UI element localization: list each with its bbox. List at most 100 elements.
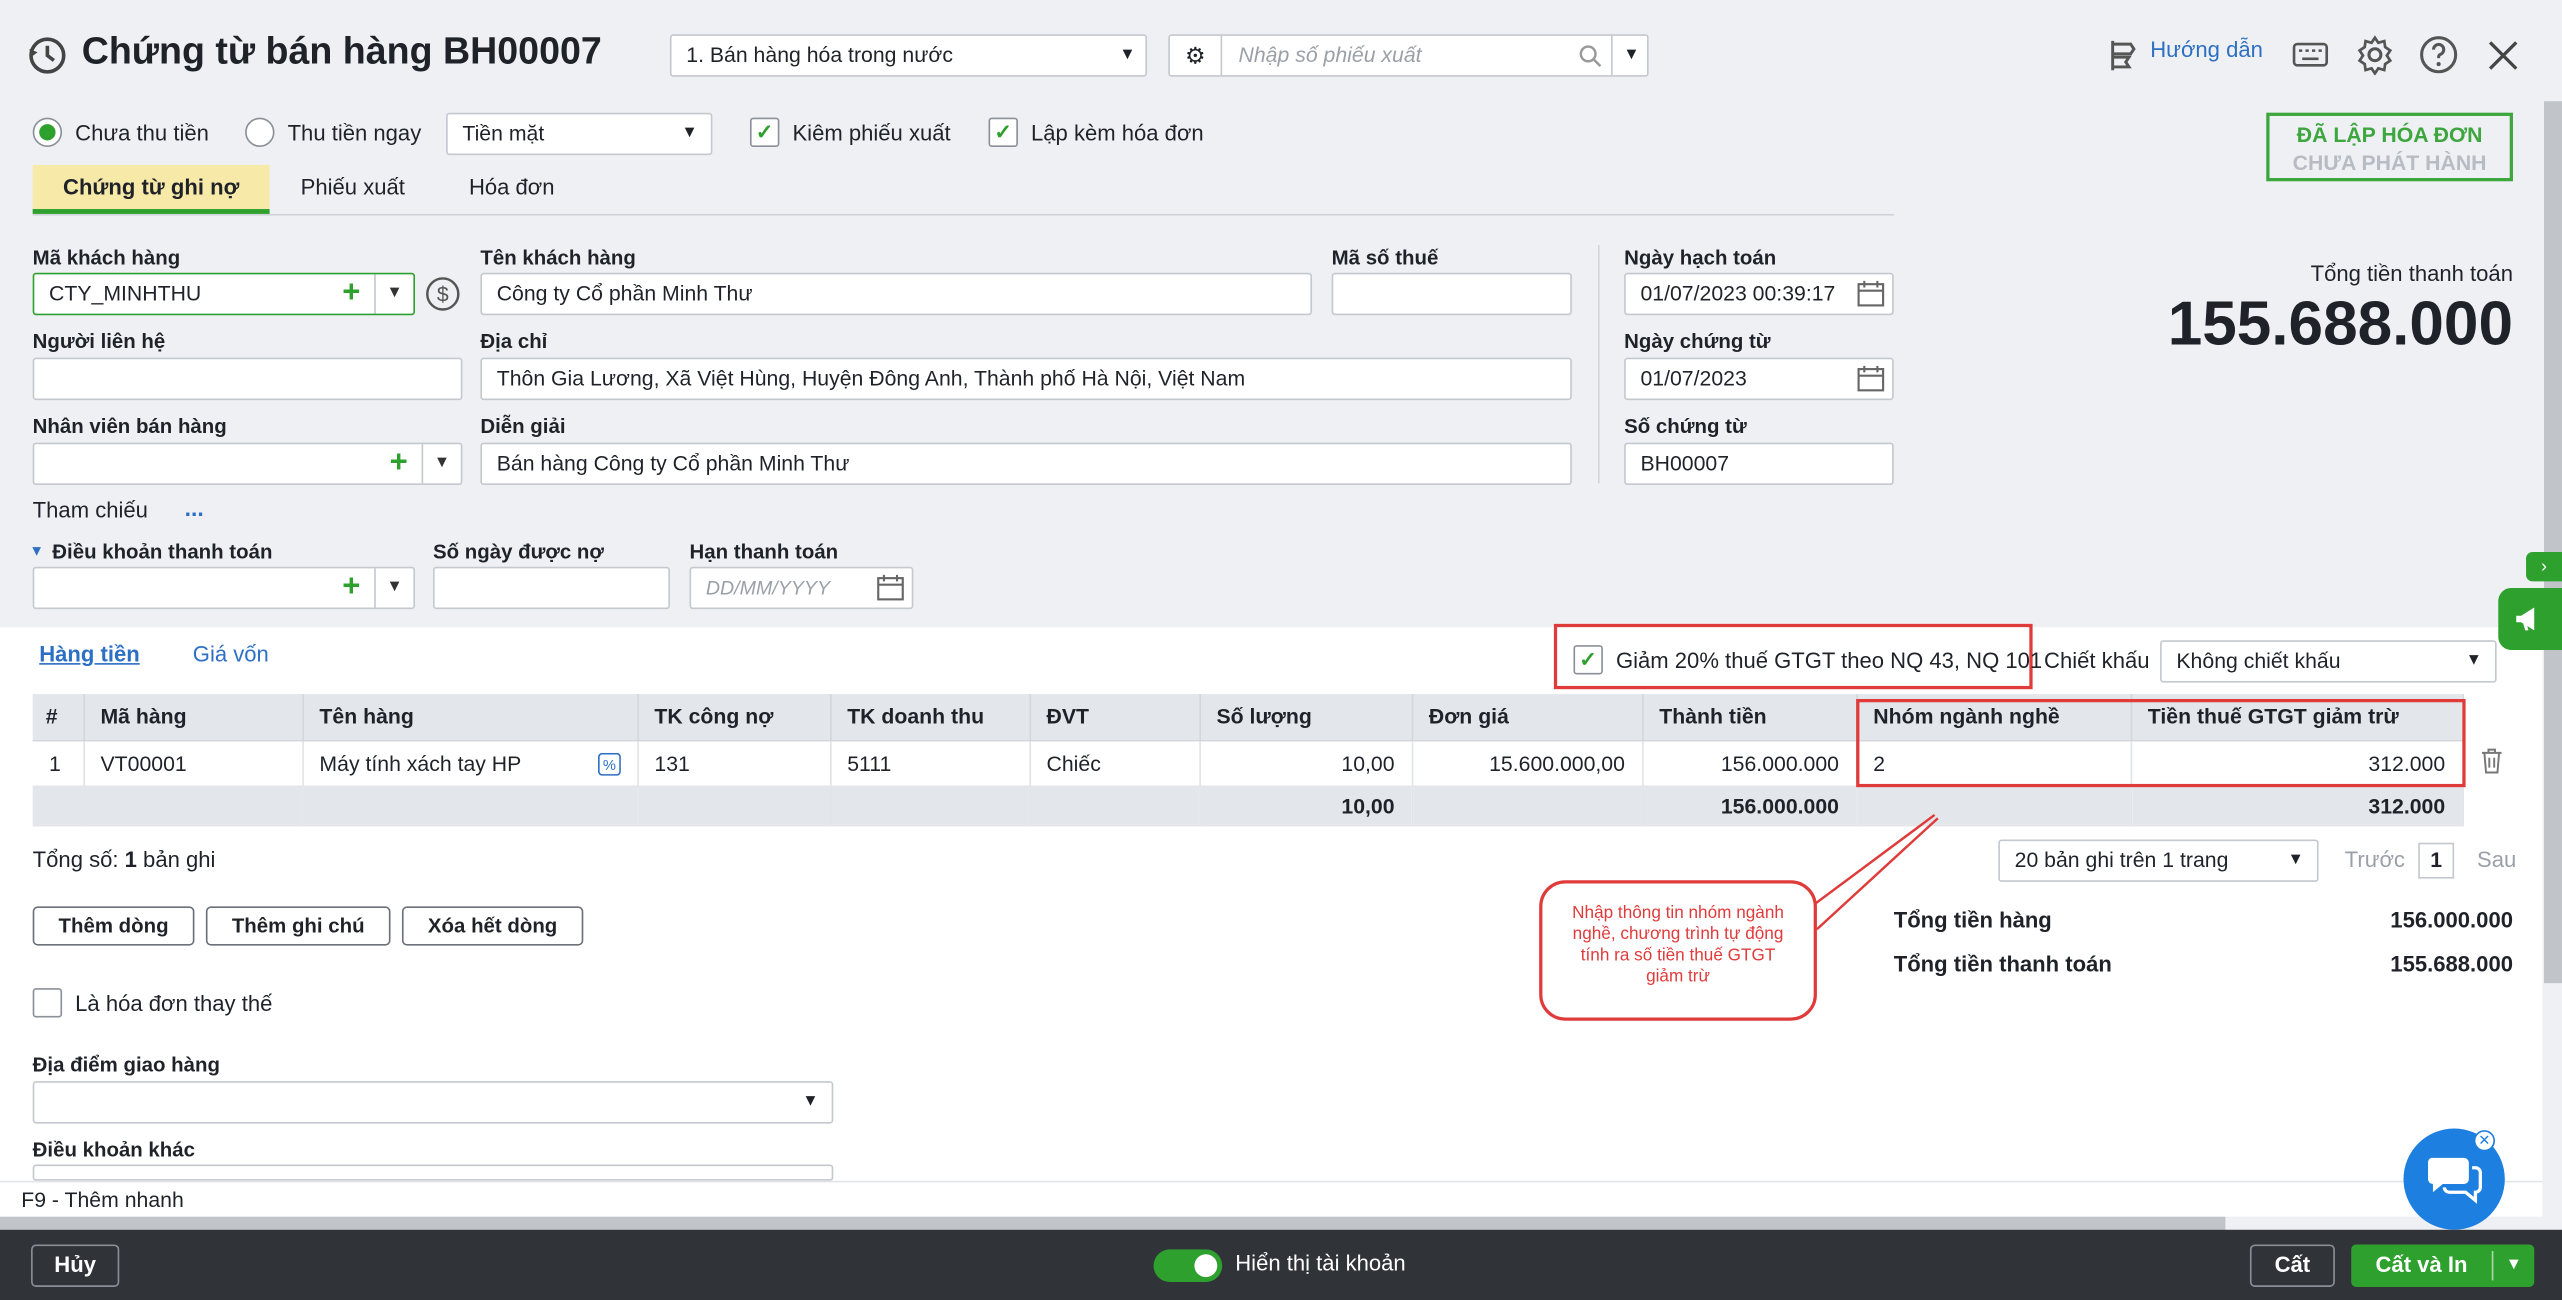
payment-terms-field[interactable]: + ▼ xyxy=(32,566,416,610)
export-number-placeholder: Nhập số phiếu xuất xyxy=(1238,42,1422,67)
col-header: # xyxy=(32,694,85,741)
chevron-down-icon[interactable]: ▼ xyxy=(374,274,413,314)
keyboard-icon[interactable] xyxy=(2291,38,2330,74)
tab-divider xyxy=(32,213,1894,216)
collapse-icon[interactable]: ▼ xyxy=(29,542,44,558)
paid-now-radio[interactable]: Thu tiền ngay xyxy=(245,117,421,147)
voucher-date-field[interactable]: 01/07/2023 xyxy=(1624,357,1894,401)
tab-goods-money[interactable]: Hàng tiền xyxy=(39,642,140,666)
radio-selected-icon xyxy=(32,117,63,147)
prev-page-button[interactable]: Trước xyxy=(2345,848,2405,872)
col-header: Thành tiền xyxy=(1642,694,1857,741)
customer-code-field[interactable]: CTY_MINHTHU + ▼ xyxy=(32,272,416,316)
page-size-select[interactable]: 20 bản ghi trên 1 trang ▼ xyxy=(1998,839,2319,882)
save-button[interactable]: Cất xyxy=(2249,1244,2335,1287)
cell-revenue-account[interactable]: 5111 xyxy=(830,739,1031,787)
close-chat-icon[interactable]: ✕ xyxy=(2473,1130,2496,1152)
customer-code-label: Mã khách hàng xyxy=(32,246,181,270)
cell-amount[interactable]: 156.000.000 xyxy=(1642,739,1857,787)
discount-percent-icon[interactable]: % xyxy=(597,752,621,775)
voucher-no-field[interactable]: BH00007 xyxy=(1624,442,1894,486)
export-number-field[interactable]: ⚙ Nhập số phiếu xuất ▼ xyxy=(1168,34,1649,77)
col-header: TK công nợ xyxy=(637,694,831,741)
due-date-placeholder: DD/MM/YYYY xyxy=(705,576,831,600)
history-icon[interactable] xyxy=(26,34,68,76)
checkbox-icon xyxy=(32,988,63,1018)
horizontal-scrollbar[interactable] xyxy=(0,1216,2226,1230)
address-field[interactable]: Thôn Gia Lương, Xã Việt Hùng, Huyện Đông… xyxy=(480,357,1572,401)
announcement-button[interactable] xyxy=(2498,587,2562,651)
calendar-icon[interactable] xyxy=(876,573,905,602)
cell-quantity[interactable]: 10,00 xyxy=(1199,739,1413,787)
close-icon[interactable] xyxy=(2485,38,2521,74)
tab-export-slip[interactable]: Phiếu xuất xyxy=(301,175,405,199)
sales-staff-field[interactable]: + ▼ xyxy=(32,442,463,486)
add-note-button[interactable]: Thêm ghi chú xyxy=(205,906,391,946)
add-icon[interactable]: + xyxy=(379,444,418,483)
post-date-field[interactable]: 01/07/2023 00:39:17 xyxy=(1624,272,1894,316)
payment-method-select[interactable]: Tiền mặt ▼ xyxy=(446,112,713,156)
unpaid-radio[interactable]: Chưa thu tiền xyxy=(32,117,209,147)
guide-link[interactable]: Hướng dẫn xyxy=(2150,38,2263,62)
settings-icon[interactable] xyxy=(2354,34,2395,76)
due-date-field[interactable]: DD/MM/YYYY xyxy=(689,566,914,610)
cell-item-code[interactable]: VT00001 xyxy=(83,739,304,787)
reference-more-link[interactable]: ... xyxy=(185,495,204,521)
delivery-place-select[interactable]: ▼ xyxy=(32,1081,834,1124)
tab-cost-price[interactable]: Giá vốn xyxy=(193,642,269,666)
contact-field[interactable] xyxy=(32,357,463,401)
discount-select[interactable]: Không chiết khấu ▼ xyxy=(2160,640,2497,683)
unpaid-label: Chưa thu tiền xyxy=(75,120,209,145)
show-account-toggle[interactable] xyxy=(1153,1249,1223,1283)
tax-code-field[interactable] xyxy=(1331,272,1572,316)
guide-icon[interactable] xyxy=(2103,36,2142,75)
clear-rows-button[interactable]: Xóa hết dòng xyxy=(401,906,584,946)
other-terms-field[interactable] xyxy=(32,1164,834,1181)
calendar-icon[interactable] xyxy=(1856,364,1885,393)
with-invoice-checkbox[interactable]: ✓ Lập kèm hóa đơn xyxy=(988,117,1204,147)
sales-voucher-window: Chứng từ bán hàng BH00007 1. Bán hàng hó… xyxy=(0,0,2562,1300)
add-icon[interactable]: + xyxy=(332,274,371,313)
reference-label: Tham chiếu xyxy=(32,498,148,523)
search-icon[interactable] xyxy=(1578,44,1603,68)
cell-unit-price[interactable]: 15.600.000,00 xyxy=(1411,739,1643,787)
with-export-checkbox[interactable]: ✓ Kiêm phiếu xuất xyxy=(749,117,951,147)
current-page[interactable]: 1 xyxy=(2418,842,2455,879)
customer-name-field[interactable]: Công ty Cổ phần Minh Thư xyxy=(480,272,1313,316)
save-print-button[interactable]: Cất và In ▼ xyxy=(2351,1244,2535,1287)
description-label: Diễn giải xyxy=(480,414,566,438)
chevron-down-icon[interactable]: ▼ xyxy=(2493,1244,2534,1286)
toggle-knob xyxy=(1194,1254,1218,1278)
gear-icon[interactable]: ⚙ xyxy=(1170,35,1223,76)
debt-days-field[interactable] xyxy=(432,566,670,610)
expand-panel-icon[interactable]: › xyxy=(2526,552,2562,582)
next-page-button[interactable]: Sau xyxy=(2477,848,2516,872)
sum-quantity: 10,00 xyxy=(1199,785,1413,826)
cancel-button[interactable]: Hủy xyxy=(31,1244,120,1287)
vat-reduce-checkbox[interactable]: ✓ Giảm 20% thuế GTGT theo NQ 43, NQ 101 xyxy=(1573,645,2042,675)
tab-debit-voucher[interactable]: Chứng từ ghi nợ xyxy=(32,164,270,214)
address-label: Địa chỉ xyxy=(480,329,548,353)
chevron-down-icon[interactable]: ▼ xyxy=(421,444,461,484)
industry-vat-highlight xyxy=(1856,698,2466,788)
delivery-place-label: Địa điểm giao hàng xyxy=(32,1053,220,1077)
description-field[interactable]: Bán hàng Công ty Cổ phần Minh Thư xyxy=(480,442,1572,486)
row-delete[interactable] xyxy=(2462,739,2513,786)
dollar-icon[interactable]: $ xyxy=(425,276,461,312)
cell-unit[interactable]: Chiếc xyxy=(1029,739,1201,787)
chevron-down-icon[interactable]: ▼ xyxy=(1611,35,1647,76)
help-icon[interactable] xyxy=(2418,34,2459,75)
stamp-line2: CHƯA PHÁT HÀNH xyxy=(2292,150,2487,175)
add-icon[interactable]: + xyxy=(332,568,371,607)
voucher-type-value: 1. Bán hàng hóa trong nước xyxy=(686,42,953,67)
chevron-down-icon[interactable]: ▼ xyxy=(374,568,413,608)
replace-invoice-checkbox[interactable]: Là hóa đơn thay thế xyxy=(32,988,272,1018)
calendar-icon[interactable] xyxy=(1856,279,1885,308)
cell-item-name[interactable]: Máy tính xách tay HP% xyxy=(302,739,639,787)
voucher-type-select[interactable]: 1. Bán hàng hóa trong nước ▼ xyxy=(669,34,1148,77)
vertical-scrollbar[interactable] xyxy=(2544,101,2562,984)
trash-icon[interactable] xyxy=(2479,747,2502,773)
tab-invoice[interactable]: Hóa đơn xyxy=(469,175,555,199)
cell-debit-account[interactable]: 131 xyxy=(637,739,831,787)
add-row-button[interactable]: Thêm dòng xyxy=(32,906,195,946)
